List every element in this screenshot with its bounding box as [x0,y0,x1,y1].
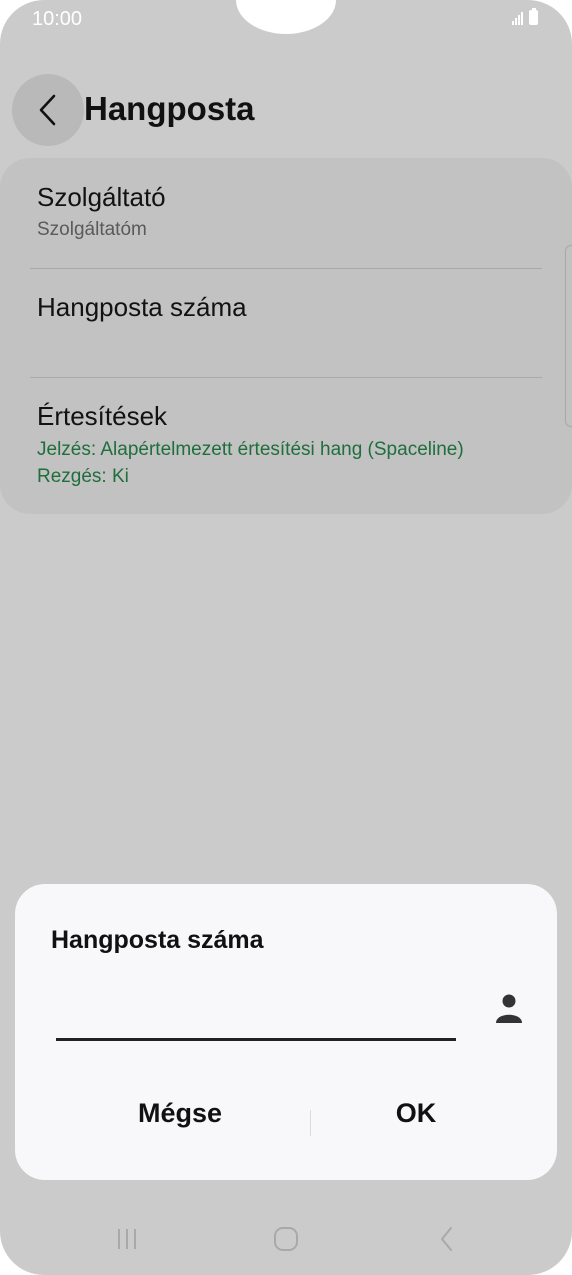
voicemail-number-dialog: Hangposta száma Mégse OK [15,884,557,1180]
signal-icon [512,11,523,25]
home-icon [274,1227,298,1251]
status-time: 10:00 [32,8,83,30]
person-icon[interactable] [493,992,525,1024]
button-divider [310,1110,311,1136]
chevron-left-icon [39,94,56,126]
setting-notifications-sound: Jelzés: Alapértelmezett értesítési hang … [37,439,464,460]
phone-screen: 10:00 Hangposta Szolgáltató Szolgáltatóm… [0,0,572,1275]
battery-icon [529,8,538,25]
setting-provider-title: Szolgáltató [37,182,166,212]
setting-provider-value: Szolgáltatóm [37,219,147,240]
divider [30,377,542,378]
home-button[interactable] [266,1224,306,1254]
divider [30,268,542,269]
settings-card: Szolgáltató Szolgáltatóm Hangposta száma… [0,158,572,514]
navigation-bar [0,1210,572,1266]
back-icon [441,1227,452,1251]
dialog-title: Hangposta száma [51,926,264,954]
scroll-indicator[interactable] [565,245,572,427]
recents-button[interactable] [107,1224,147,1254]
setting-provider[interactable]: Szolgáltató Szolgáltatóm [37,182,166,241]
setting-voicemail-number[interactable]: Hangposta száma [37,292,247,323]
cancel-button[interactable]: Mégse [80,1088,280,1138]
status-icons [512,8,538,25]
setting-notifications-vibration: Rezgés: Ki [37,466,129,487]
back-button[interactable] [12,74,84,146]
camera-notch [236,0,336,34]
voicemail-number-input[interactable] [56,976,456,1041]
nav-back-button[interactable] [427,1224,467,1254]
ok-button[interactable]: OK [316,1088,516,1138]
setting-voicemail-number-title: Hangposta száma [37,292,247,322]
setting-notifications[interactable]: Értesítések Jelzés: Alapértelmezett érte… [37,401,464,490]
page-title: Hangposta [84,90,255,127]
setting-notifications-title: Értesítések [37,401,168,431]
recents-icon [118,1229,136,1249]
